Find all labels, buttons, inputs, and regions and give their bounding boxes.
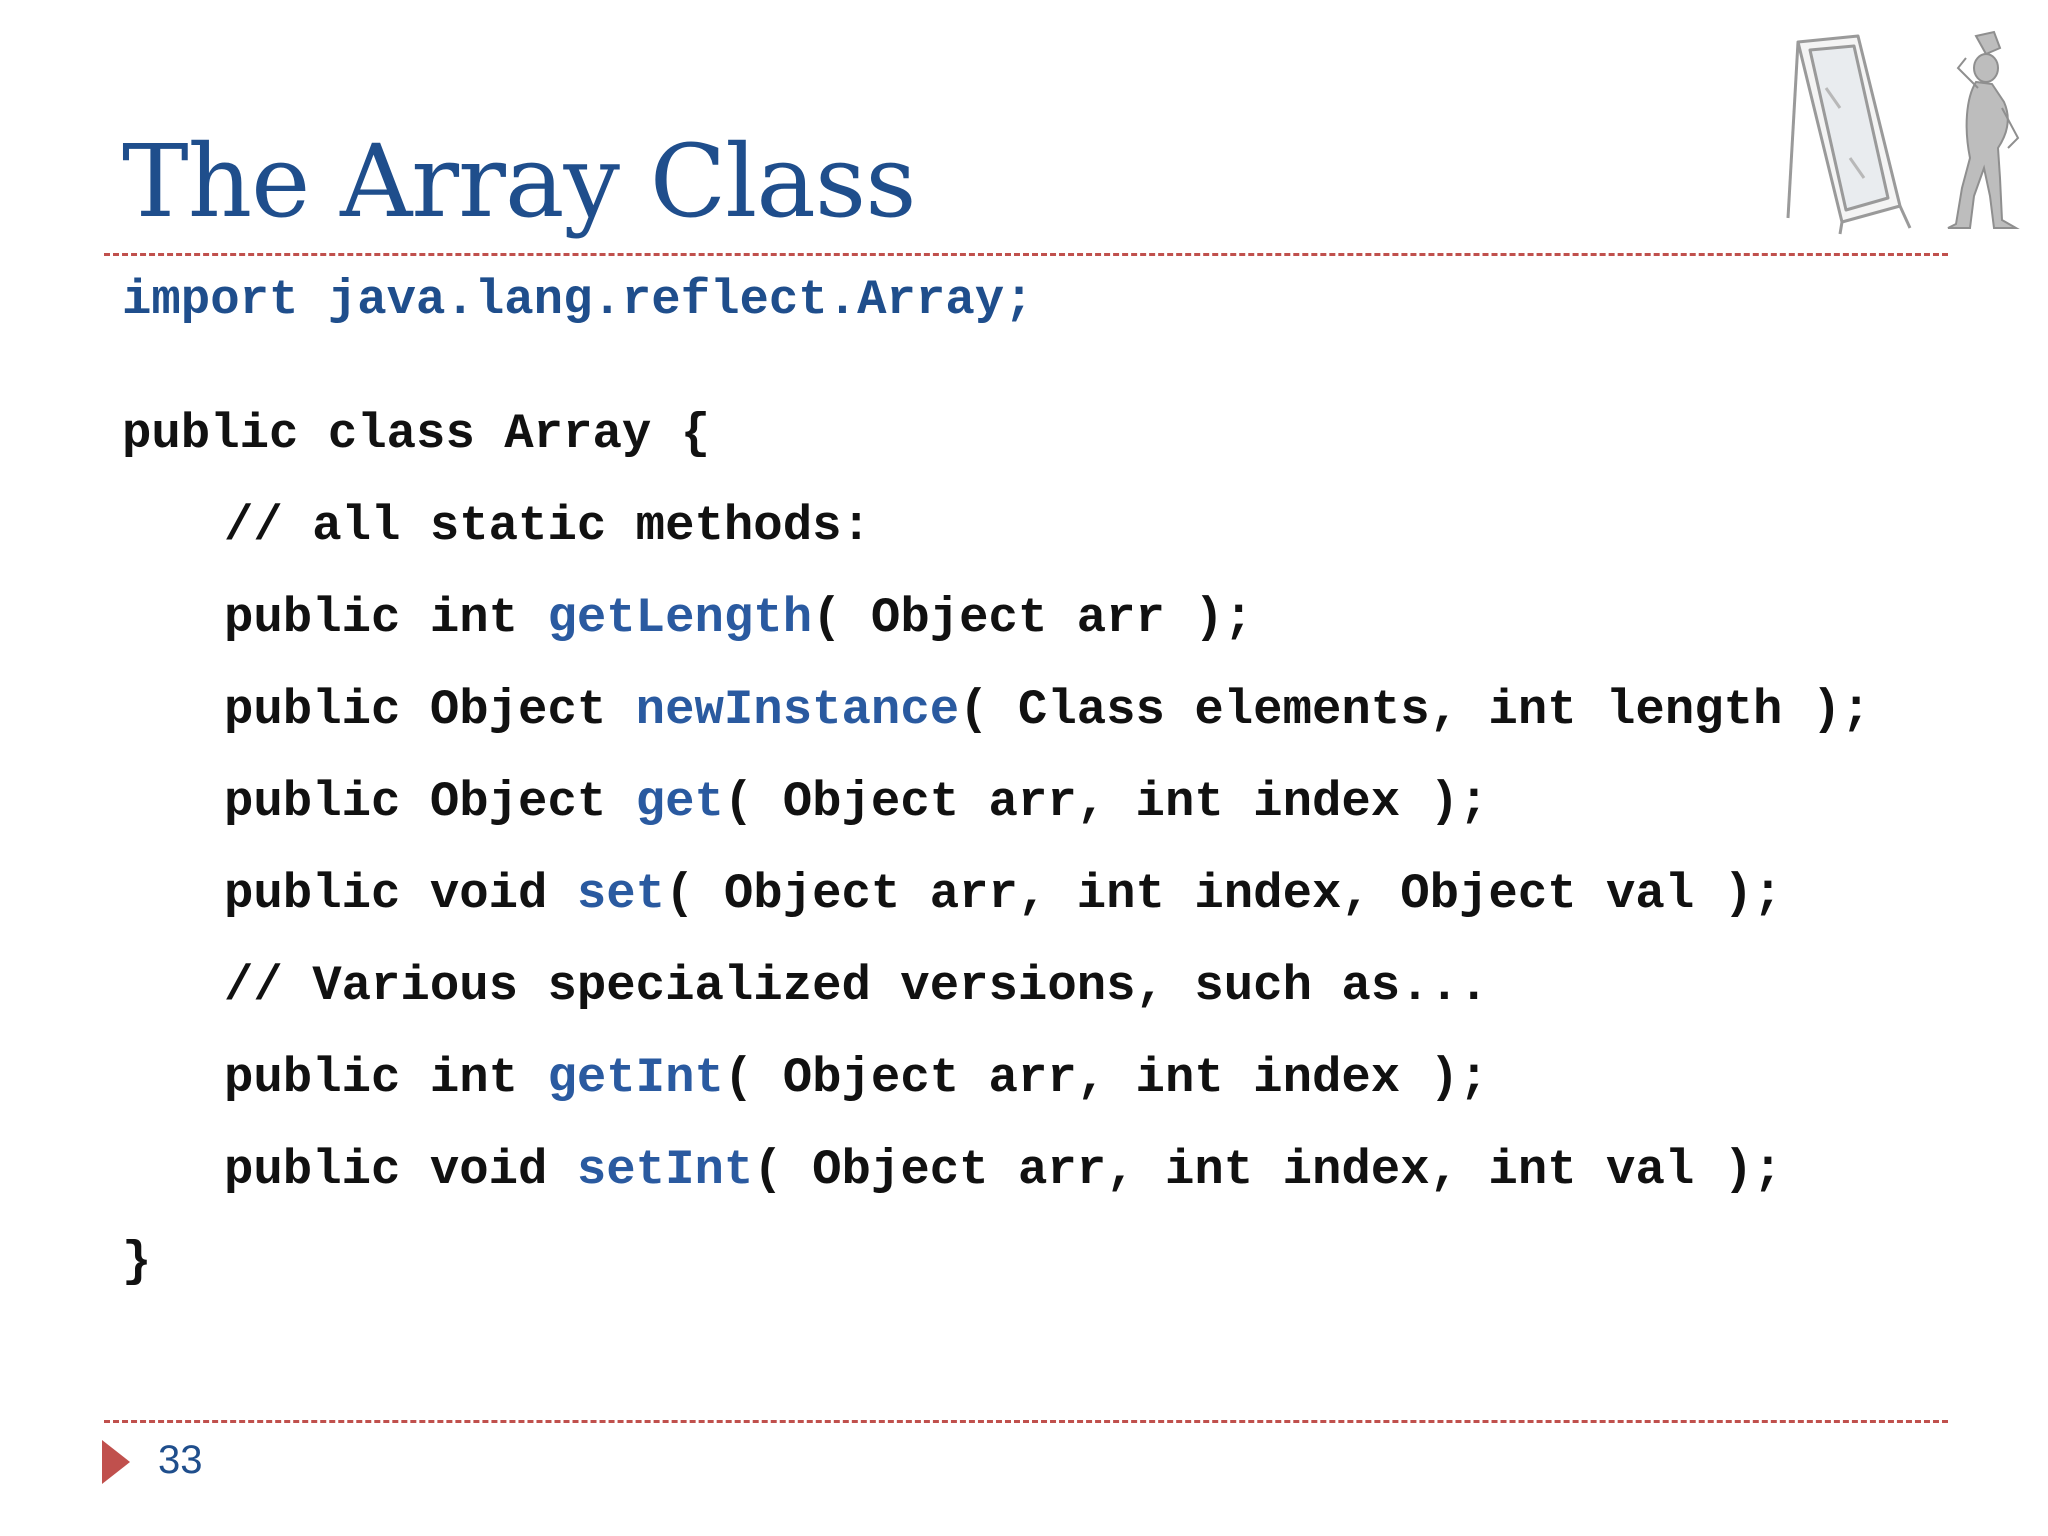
title-divider [104,253,1948,256]
method-signature: public int getInt( Object arr, int index… [224,1054,1488,1103]
footer-divider [104,1420,1948,1423]
page-number: 33 [158,1438,203,1482]
method-prefix: public Object [224,682,636,738]
method-signature: public int getLength( Object arr ); [224,594,1253,643]
method-params: ( Object arr, int index ); [723,1050,1489,1106]
method-signature: public void set( Object arr, int index, … [224,870,1782,919]
method-name: getLength [547,590,813,646]
method-params: ( Object arr, int index, Object val ); [665,866,1783,922]
method-name: newInstance [635,682,960,738]
method-signature: public Object newInstance( Class element… [224,686,1871,735]
method-params: ( Object arr, int index, int val ); [753,1142,1783,1198]
method-name: getInt [547,1050,724,1106]
method-signature: public void setInt( Object arr, int inde… [224,1146,1782,1195]
method-prefix: public void [224,1142,577,1198]
triangle-right-icon [102,1440,130,1484]
method-params: ( Object arr ); [812,590,1254,646]
method-name: get [635,774,724,830]
method-name: setInt [576,1142,754,1198]
method-prefix: public Object [224,774,636,830]
method-name: set [576,866,666,922]
method-prefix: public int [224,590,548,646]
mirror-and-figure-icon [1786,30,2020,235]
closing-brace: } [122,1234,152,1290]
method-prefix: public int [224,1050,548,1106]
method-prefix: public void [224,866,577,922]
class-declaration: public class Array { [122,406,711,462]
method-params: ( Class elements, int length ); [959,682,1871,738]
slide: The Array Class import java.lang.reflect… [0,0,2048,1536]
method-params: ( Object arr, int index ); [723,774,1489,830]
import-statement: import java.lang.reflect.Array; [122,272,1034,328]
code-comment: // Various specialized versions, such as… [224,958,1489,1014]
method-signature: public Object get( Object arr, int index… [224,778,1488,827]
code-comment: // all static methods: [224,498,871,554]
slide-title: The Array Class [122,123,917,240]
